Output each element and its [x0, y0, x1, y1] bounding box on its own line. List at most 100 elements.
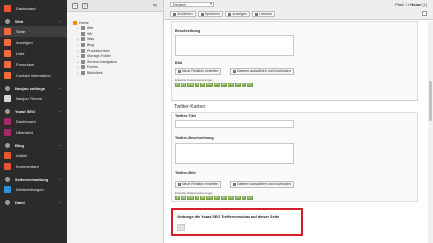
twitter-description-textarea[interactable]	[175, 143, 294, 164]
tree-node-was[interactable]: + Was	[77, 37, 94, 42]
module-group-yoast-seo[interactable]: Yoast SEO ⌄	[0, 107, 67, 115]
trash-icon	[254, 12, 258, 16]
tree-node-storage-folder[interactable]: + Storage-Folder	[77, 54, 111, 59]
yoast-preview-section: Vorborge die Yoast SEO Trefferorvschau a…	[171, 208, 303, 236]
chevron-down-icon: ⌄	[58, 199, 62, 204]
extension-badge: svg	[246, 196, 253, 200]
module-item-bersicht[interactable]: Übersicht	[0, 127, 67, 138]
tree-node-service-navigation[interactable]: + Service-Navigation	[77, 59, 117, 64]
tree-node-label: Produktordner	[87, 48, 110, 53]
og-description-textarea[interactable]	[175, 35, 294, 56]
tree-node-events[interactable]: + Events	[77, 65, 98, 70]
module-item-formulare[interactable]: Formulare	[0, 59, 67, 70]
module-icon	[4, 163, 11, 170]
module-group-neujou-settings[interactable]: Neujou settings ⌄	[0, 84, 67, 92]
og-new-relation-button[interactable]: Neue Relation erstellen	[175, 68, 222, 75]
module-group-blog[interactable]: Blog ⌄	[0, 141, 67, 149]
module-item-seite[interactable]: Seite	[0, 26, 67, 37]
eye-icon	[228, 12, 232, 16]
twitter-title-input[interactable]	[175, 120, 294, 128]
module-item-label: Neujou Theme	[16, 96, 43, 101]
twitter-description-label: Twitter-Beschreibung	[175, 136, 214, 140]
module-item-weiterleitungen[interactable]: Weiterleitungen	[0, 184, 67, 195]
tree-node-label: Blog	[87, 42, 95, 47]
extension-badge: pcx	[213, 196, 220, 200]
module-icon	[4, 72, 11, 79]
path-prefix: Pfad: /	[395, 2, 407, 7]
module-group-web[interactable]: Web ⌄	[0, 17, 67, 25]
module-item-label: Dashboard	[16, 6, 36, 11]
module-group-label: Seitenverwaltung	[15, 176, 49, 182]
scrollbar-thumb[interactable]	[429, 81, 432, 121]
delete-button[interactable]: Löschen	[251, 11, 276, 17]
tree-node-label: Bibliothek	[87, 70, 103, 75]
module-item-anzeigen[interactable]: Anzeigen	[0, 37, 67, 48]
module-item-dashboard[interactable]: Dashboard	[0, 116, 67, 127]
og-allowed-types-label: Erlaubte Dateierweiterungen	[175, 78, 214, 82]
module-icon	[4, 129, 11, 136]
module-item-kommentare[interactable]: Kommentare	[0, 161, 67, 172]
tree-node-wir[interactable]: Wir	[77, 31, 92, 36]
og-description-label: Beschreibung	[175, 29, 201, 33]
extension-badge: jpeg	[187, 83, 195, 87]
extension-badge: tga	[220, 196, 227, 200]
module-group-icon	[5, 108, 10, 114]
chevron-down-icon: ⌄	[58, 18, 62, 23]
header-actions	[422, 11, 427, 16]
tree-node-label: Events	[87, 65, 98, 70]
page-title: Home	[410, 2, 422, 7]
module-item-label: Übersicht	[16, 130, 33, 135]
module-group-datei[interactable]: Datei ⌄	[0, 198, 67, 206]
module-group-seitenverwaltung[interactable]: Seitenverwaltung ⌄	[0, 175, 67, 183]
tree-node-produktordner[interactable]: + Produktordner	[77, 48, 110, 53]
form-scrollbar[interactable]	[428, 21, 433, 243]
save-button[interactable]: Speichern	[197, 11, 224, 17]
extension-badge: jpg	[180, 83, 187, 87]
module-item-artikel[interactable]: Artikel	[0, 150, 67, 161]
module-icon	[4, 186, 11, 193]
close-button[interactable]: Schließen	[170, 11, 196, 17]
module-item-dashboard[interactable]: Dashboard	[0, 3, 67, 14]
page-icon	[81, 70, 85, 75]
tree-node-blog[interactable]: + Blog	[77, 42, 94, 47]
twitter-upload-button[interactable]: Dateien auswählen und hochladen	[230, 181, 294, 188]
view-button[interactable]: Anzeigen	[225, 11, 250, 17]
extension-badge: png	[227, 196, 234, 200]
collapse-tree-icon[interactable]: ⇆	[151, 3, 159, 9]
filter-icon[interactable]: ▽	[82, 2, 88, 9]
page-icon	[81, 65, 85, 70]
extension-badge: svg	[246, 83, 253, 87]
module-item-neujou-theme[interactable]: Neujou Theme	[0, 93, 67, 104]
module-group-label: Datei	[15, 199, 25, 205]
module-item-contact-information[interactable]: Contact information	[0, 70, 67, 81]
yoast-preview-toggle[interactable]	[177, 224, 185, 231]
yoast-preview-label: Vorborge die Yoast SEO Trefferorvschau a…	[177, 215, 280, 219]
module-group-icon	[5, 176, 10, 182]
module-icon	[4, 118, 11, 125]
new-page-icon[interactable]: +	[72, 2, 78, 9]
module-group-label: Yoast SEO	[15, 108, 36, 114]
doc-header: Deutsch Pfad: / ▪ Home [1] Schließen Spe…	[164, 0, 433, 20]
page-id: [1]	[422, 2, 427, 7]
extension-badge: tif	[195, 196, 200, 200]
module-item-label: Dashboard	[16, 119, 36, 124]
language-select[interactable]: Deutsch	[170, 2, 214, 7]
typo3-backend: Dashboard Web ⌄ Seite Anzeigen Liste Formulare…	[0, 0, 433, 243]
page-properties-form: Beschreibung Bild Neue Relation erstelle…	[164, 21, 433, 243]
module-item-liste[interactable]: Liste	[0, 48, 67, 59]
module-menu: Dashboard Web ⌄ Seite Anzeigen Liste Formulare…	[0, 0, 67, 243]
og-upload-button[interactable]: Dateien auswählen und hochladen	[230, 68, 294, 75]
extension-badge: tif	[195, 83, 200, 87]
tree-node-wer[interactable]: + Wer	[77, 26, 94, 31]
extension-badge: tga	[220, 83, 227, 87]
twitter-new-relation-button[interactable]: Neue Relation erstellen	[175, 181, 222, 188]
page-icon	[81, 37, 85, 42]
page-icon	[81, 59, 85, 64]
module-icon	[4, 39, 11, 46]
tree-node-label: Storage-Folder	[87, 54, 111, 59]
chevron-down-icon: ⌄	[58, 85, 62, 90]
tree-node-home[interactable]: Home	[73, 20, 89, 25]
tree-node-bibliothek[interactable]: + Bibliothek	[77, 70, 103, 75]
shortcut-icon[interactable]	[422, 11, 427, 16]
module-group-label: Web	[15, 18, 24, 24]
